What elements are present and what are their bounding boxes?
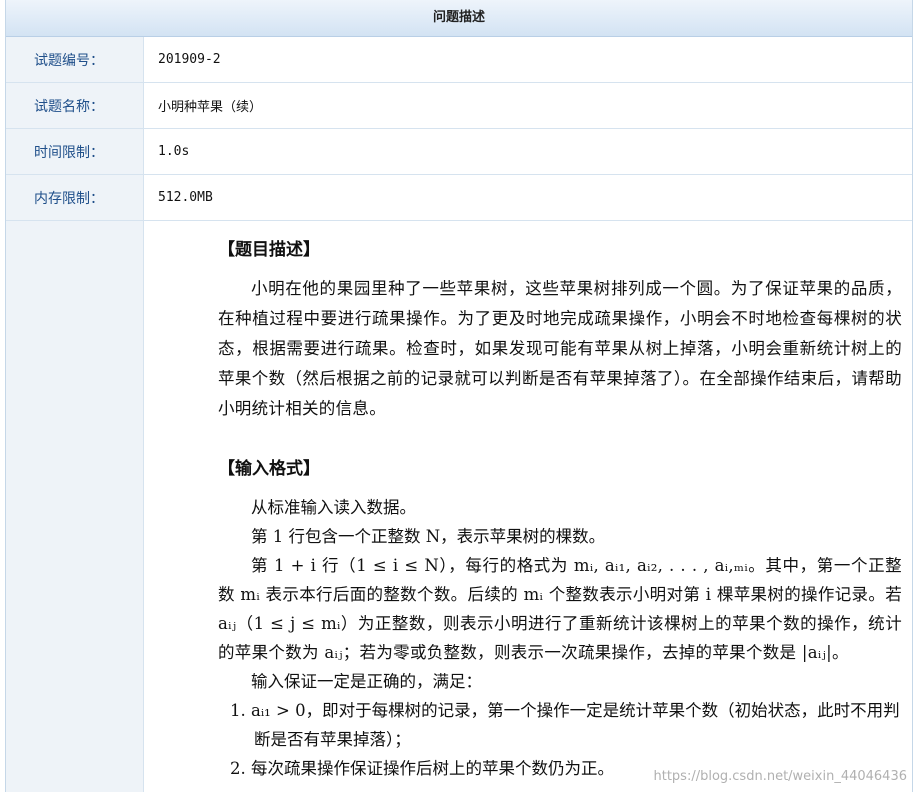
input-line-4: 输入保证一定是正确的，满足： bbox=[251, 672, 482, 691]
info-row-id: 试题编号： 201909-2 bbox=[6, 37, 912, 83]
label-memory-limit: 内存限制： bbox=[6, 175, 144, 220]
description-row: 【题目描述】 小明在他的果园里种了一些苹果树，这些苹果树排列成一个圆。为了保证苹… bbox=[6, 221, 912, 792]
info-row-name: 试题名称： 小明种苹果（续） bbox=[6, 83, 912, 129]
header-title: 问题描述 bbox=[432, 10, 485, 25]
constraint-item-1: 1. aᵢ₁ > 0，即对于每棵树的记录，第一个操作一定是统计苹果个数（初始状态… bbox=[230, 701, 900, 749]
label-time-limit: 时间限制： bbox=[6, 129, 144, 174]
input-line-2: 第 1 行包含一个正整数 N，表示苹果树的棵数。 bbox=[251, 527, 606, 546]
problem-header: 问题描述 bbox=[6, 0, 912, 37]
input-line-3: 第 1 + i 行（1 ≤ i ≤ N），每行的格式为 mᵢ, aᵢ₁, aᵢ₂… bbox=[218, 556, 902, 662]
description-text: 小明在他的果园里种了一些苹果树，这些苹果树排列成一个圆。为了保证苹果的品质，在种… bbox=[218, 279, 902, 418]
label-problem-id: 试题编号： bbox=[6, 37, 144, 82]
value-problem-name: 小明种苹果（续） bbox=[158, 100, 263, 115]
label-problem-name: 试题名称： bbox=[6, 83, 144, 128]
input-line-1: 从标准输入读入数据。 bbox=[251, 498, 416, 517]
problem-frame: 问题描述 试题编号： 201909-2 试题名称： 小明种苹果（续） 时间限制：… bbox=[5, 0, 913, 792]
value-problem-id: 201909-2 bbox=[158, 52, 221, 67]
watermark: https://blog.csdn.net/weixin_44046436 bbox=[653, 769, 907, 784]
description-label-cell bbox=[6, 221, 144, 792]
value-memory-limit: 512.0MB bbox=[158, 190, 213, 205]
value-time-limit: 1.0s bbox=[158, 144, 190, 159]
info-row-time: 时间限制： 1.0s bbox=[6, 129, 912, 175]
input-format-title: 【输入格式】 bbox=[218, 459, 320, 479]
description-body: 【题目描述】 小明在他的果园里种了一些苹果树，这些苹果树排列成一个圆。为了保证苹… bbox=[144, 221, 912, 792]
info-row-memory: 内存限制： 512.0MB bbox=[6, 175, 912, 221]
description-title: 【题目描述】 bbox=[218, 240, 320, 260]
